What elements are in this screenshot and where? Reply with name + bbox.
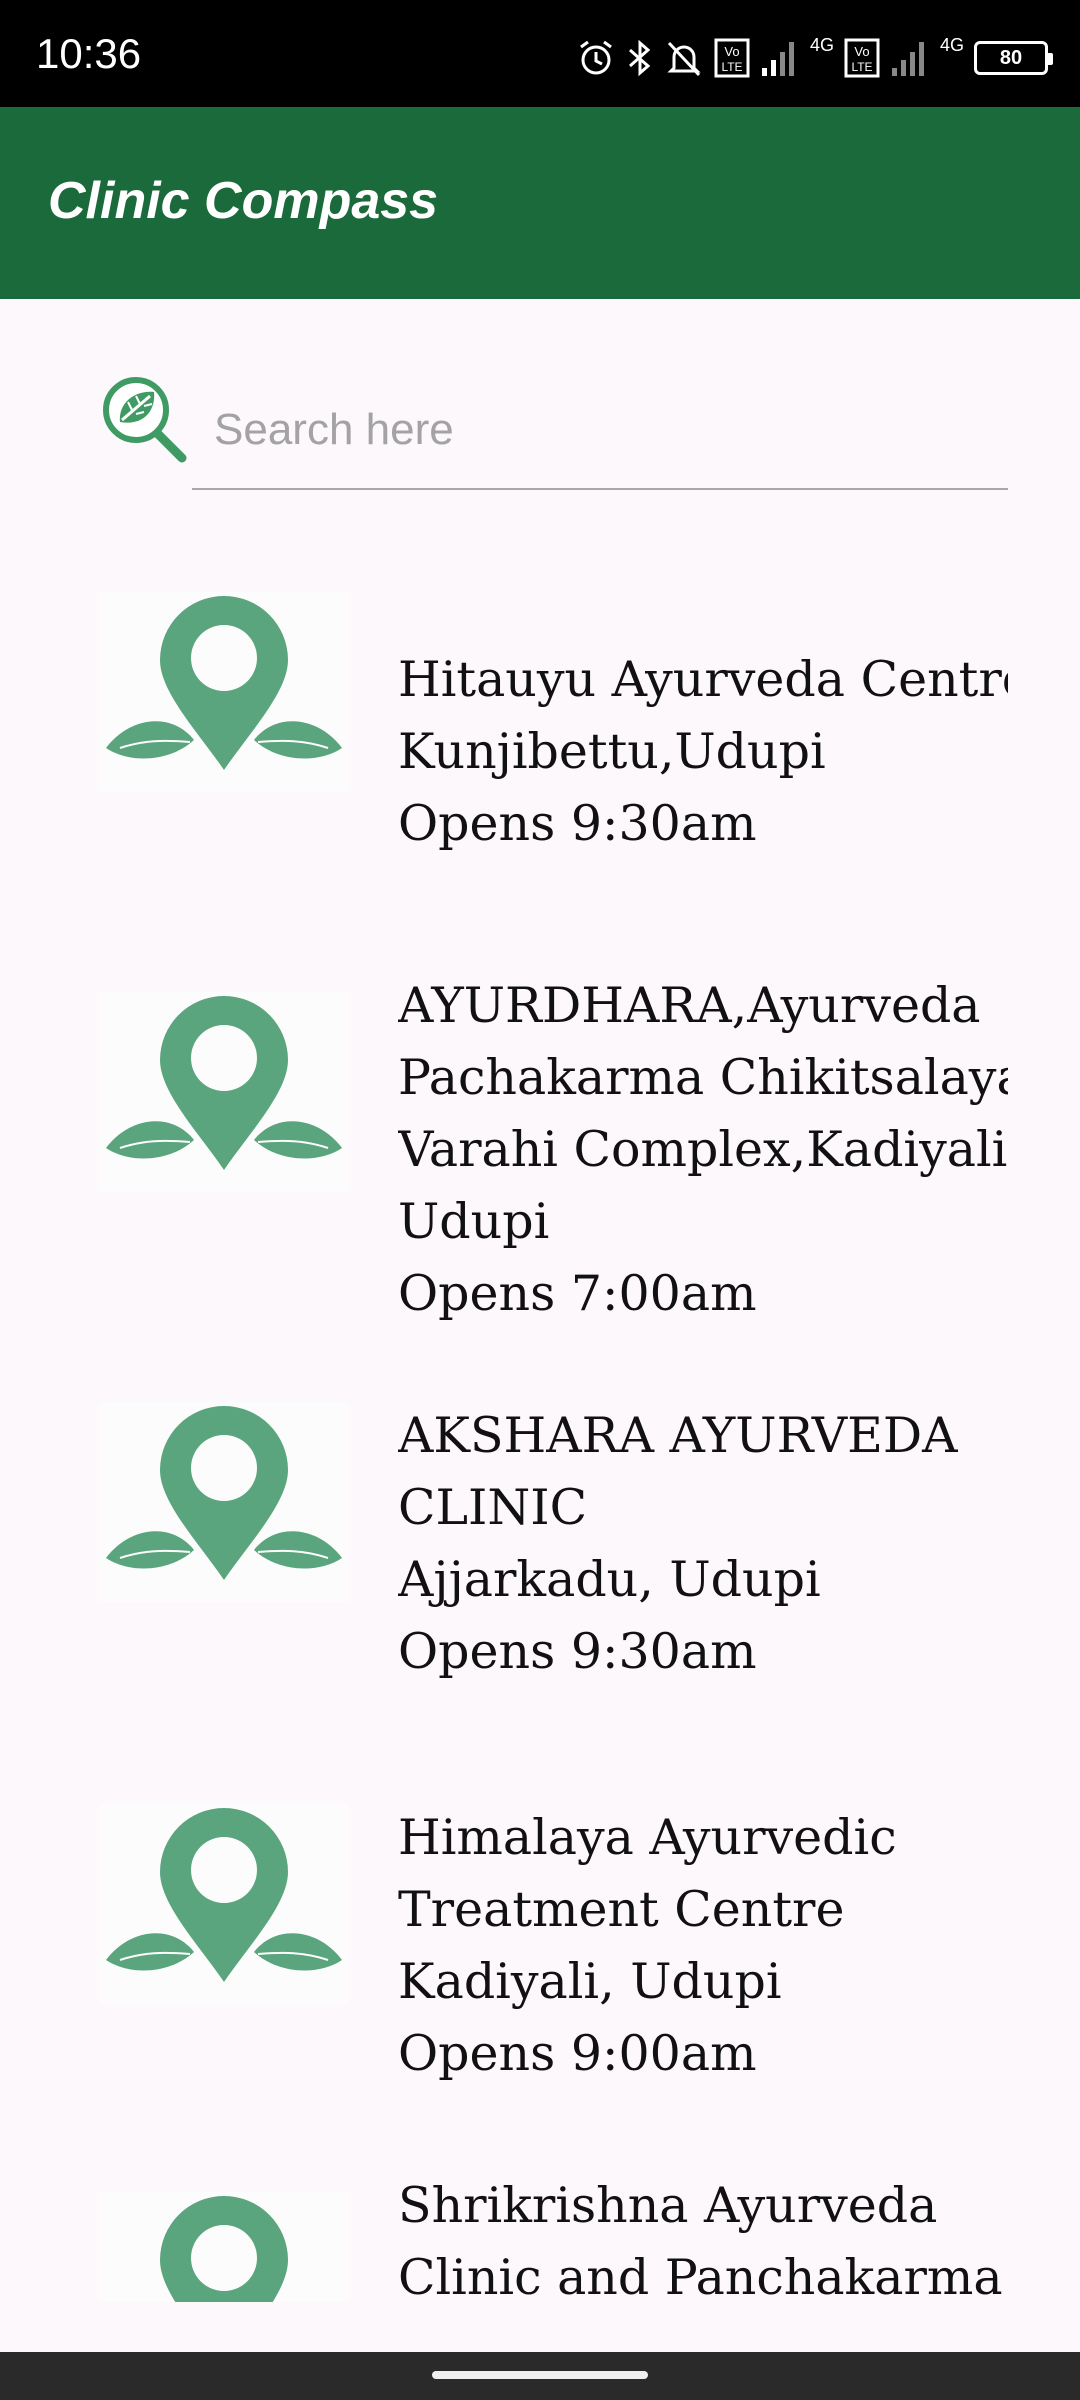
signal-icon [761, 42, 794, 76]
list-item[interactable]: Hitauyu Ayurveda Centre Kunjibettu,Udupi… [0, 590, 1008, 920]
leaf-search-icon [98, 372, 190, 464]
list-item[interactable]: AYURDHARA,Ayurveda Pachakarma Chikitsala… [0, 970, 1008, 1370]
clinic-list[interactable]: Hitauyu Ayurveda Centre Kunjibettu,Udupi… [0, 590, 1080, 2302]
network-type-label: 4G [809, 35, 834, 55]
svg-text:Vo: Vo [854, 44, 869, 59]
list-item[interactable]: Shrikrishna Ayurveda Clinic and Panchaka… [0, 2170, 1008, 2302]
navigation-bar [0, 2352, 1080, 2400]
bluetooth-icon [628, 39, 651, 77]
home-gesture-handle[interactable] [432, 2371, 648, 2379]
clinic-name: AKSHARA AYURVEDA [398, 1407, 958, 1464]
status-time: 10:36 [36, 30, 142, 77]
battery-level: 80 [999, 46, 1023, 69]
clinic-hours: Opens 9:30am [398, 795, 757, 852]
search-bar [98, 372, 1008, 490]
location-leaf-icon [100, 992, 348, 1192]
clinic-name: Shrikrishna Ayurveda [398, 2177, 938, 2234]
clinic-name-continued: CLINIC [398, 1479, 588, 1536]
status-bar: 10:36 Vo LTE 4G Vo LTE 4G 80 [0, 0, 1080, 107]
clinic-name: Hitauyu Ayurveda Centre [398, 651, 1008, 708]
location-leaf-icon [100, 1402, 348, 1602]
clinic-details: AYURDHARA,Ayurveda Pachakarma Chikitsala… [398, 970, 1008, 1330]
battery-icon: 80 [974, 41, 1053, 75]
bell-icon [667, 41, 701, 77]
search-input[interactable] [192, 372, 1008, 490]
clinic-hours: Opens 9:30am [398, 1623, 757, 1680]
clinic-address: Varahi Complex,Kadiyali [398, 1121, 1008, 1178]
clinic-list-viewport: Hitauyu Ayurveda Centre Kunjibettu,Udupi… [0, 590, 1008, 2302]
clinic-address-continued: Udupi [398, 1193, 550, 1250]
battery-tip [1048, 53, 1053, 65]
signal-icon [891, 42, 924, 76]
clinic-name-continued: Clinic and Panchakarma [398, 2249, 1003, 2302]
clinic-details: Hitauyu Ayurveda Centre Kunjibettu,Udupi… [398, 644, 1008, 860]
location-leaf-icon [100, 1804, 348, 2004]
clinic-name-continued: Pachakarma Chikitsalaya [398, 1049, 1008, 1106]
clinic-hours: Opens 9:00am [398, 2025, 757, 2082]
clinic-details: Shrikrishna Ayurveda Clinic and Panchaka… [398, 2170, 1008, 2302]
clinic-name: Himalaya Ayurvedic [398, 1809, 897, 1866]
clinic-hours: Opens 7:00am [398, 1265, 757, 1322]
clinic-address: Kadiyali, Udupi [398, 1953, 782, 2010]
location-leaf-icon [100, 2192, 348, 2302]
clinic-name-continued: Treatment Centre [398, 1881, 845, 1938]
clinic-details: AKSHARA AYURVEDA CLINIC Ajjarkadu, Udupi… [398, 1400, 1008, 1688]
svg-text:Vo: Vo [724, 44, 739, 59]
app-title: Clinic Compass [48, 172, 439, 230]
alarm-icon [580, 40, 612, 75]
svg-text:LTE: LTE [851, 60, 872, 74]
app-bar: Clinic Compass [0, 107, 1080, 299]
list-item[interactable]: Himalaya Ayurvedic Treatment Centre Kadi… [0, 1802, 1008, 2162]
volte-icon: VoLTE [714, 38, 750, 78]
status-icons: Vo LTE 4G Vo LTE 4G 80 [576, 35, 1053, 80]
location-leaf-icon [100, 592, 348, 792]
clinic-address: Kunjibettu,Udupi [398, 723, 826, 780]
svg-text:LTE: LTE [721, 60, 742, 74]
clinic-name: AYURDHARA,Ayurveda [398, 977, 981, 1034]
volte-icon: VoLTE [844, 38, 880, 78]
clinic-address: Ajjarkadu, Udupi [398, 1551, 821, 1608]
network-type-label: 4G [939, 35, 964, 55]
clinic-details: Himalaya Ayurvedic Treatment Centre Kadi… [398, 1802, 1008, 2090]
list-item[interactable]: AKSHARA AYURVEDA CLINIC Ajjarkadu, Udupi… [0, 1400, 1008, 1760]
